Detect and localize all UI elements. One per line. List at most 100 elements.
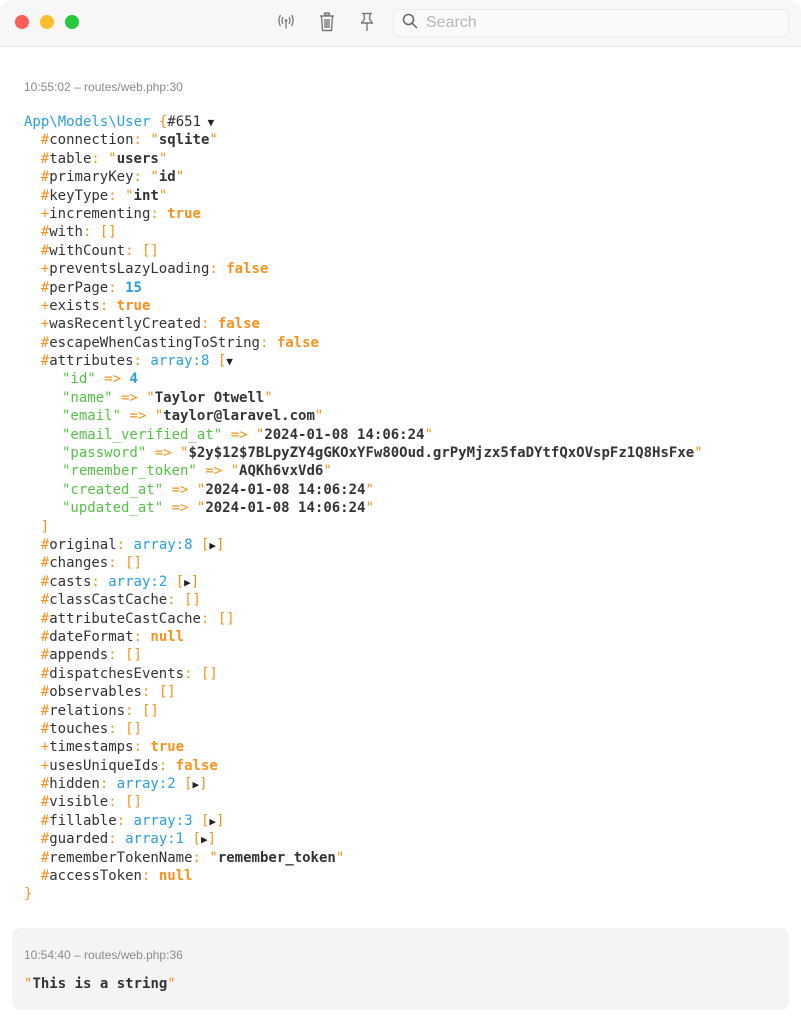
arrow: => xyxy=(146,445,181,462)
string-value: taylor@laravel.com xyxy=(163,408,315,425)
string-value: int xyxy=(133,187,159,204)
property-row: #connection: "sqlite" xyxy=(24,131,777,149)
array-type: array:2 xyxy=(116,776,176,793)
search-input[interactable] xyxy=(424,13,768,33)
quote-close: " xyxy=(167,976,176,992)
property-row: +incrementing: true xyxy=(24,205,777,223)
expand-toggle-icon[interactable]: ▶ xyxy=(201,833,208,846)
visibility-sigil: # xyxy=(40,150,50,167)
number-value: 15 xyxy=(125,279,142,296)
bracket: ] xyxy=(40,518,50,535)
empty-array: [] xyxy=(141,242,159,259)
property-name: wasRecentlyCreated xyxy=(49,316,201,333)
property-name: preventsLazyLoading xyxy=(49,261,210,278)
quote: " xyxy=(146,389,155,406)
colon: : xyxy=(108,647,126,664)
empty-array: [] xyxy=(125,794,142,811)
property-row: #original: array:8 [▶] xyxy=(24,536,777,554)
property-name: relations xyxy=(49,702,126,719)
quote: " xyxy=(323,463,332,480)
entry-meta: 10:55:02 – routes/web.php:30 xyxy=(24,80,183,94)
bracket: [ xyxy=(209,353,227,370)
property-row: #guarded: array:1 [▶] xyxy=(24,830,777,848)
property-name: classCastCache xyxy=(49,592,168,609)
keyword-value: false xyxy=(217,316,260,333)
visibility-sigil: # xyxy=(40,831,50,848)
property-row: #escapeWhenCastingToString: false xyxy=(24,334,777,352)
colon: : xyxy=(108,831,126,848)
colon: : xyxy=(259,334,277,351)
array-type: array:1 xyxy=(125,831,185,848)
colon: : xyxy=(125,702,142,719)
trash-icon[interactable] xyxy=(316,11,338,33)
empty-array: [] xyxy=(141,702,159,719)
pin-icon[interactable] xyxy=(356,11,378,33)
colon: : xyxy=(108,279,126,296)
empty-array: [] xyxy=(125,647,142,664)
property-row: #attributes: array:8 [▼ xyxy=(24,352,777,370)
array-item-row: "password" => "$2y$12$7BLpyZY4gGKOxYFw80… xyxy=(24,444,777,462)
colon: : xyxy=(99,297,117,314)
collapse-toggle-icon[interactable]: ▼ xyxy=(226,355,233,368)
keyword-value: null xyxy=(150,628,185,645)
property-name: rememberTokenName xyxy=(49,849,193,866)
property-row: +timestamps: true xyxy=(24,738,777,756)
object-id: #651 xyxy=(167,114,202,130)
visibility-sigil: # xyxy=(40,132,50,149)
array-item-row: "email" => "taylor@laravel.com" xyxy=(24,407,777,425)
colon: : xyxy=(108,794,126,811)
arrow: => xyxy=(163,500,197,517)
property-row: #dateFormat: null xyxy=(24,628,777,646)
object-header: App\Models\User {#651 ▼ xyxy=(24,113,777,131)
property-row: #perPage: 15 xyxy=(24,279,777,297)
arrow: => xyxy=(121,408,155,425)
property-row: #attributeCastCache: [] xyxy=(24,610,777,628)
bracket: [ xyxy=(175,776,193,793)
array-key: "name" xyxy=(62,389,113,406)
property-name: hidden xyxy=(49,776,100,793)
quote: " xyxy=(158,150,168,167)
colon: : xyxy=(133,169,151,186)
property-row: +exists: true xyxy=(24,297,777,315)
quote: " xyxy=(365,500,374,517)
property-name: touches xyxy=(49,720,109,737)
property-name: usesUniqueIds xyxy=(49,757,159,774)
entry-meta: 10:54:40 – routes/web.php:36 xyxy=(24,948,183,962)
collapse-toggle-icon[interactable]: ▼ xyxy=(201,116,215,129)
broadcast-icon[interactable] xyxy=(275,11,297,33)
property-name: appends xyxy=(49,647,109,664)
search-field[interactable] xyxy=(393,9,789,37)
property-row: #classCastCache: [] xyxy=(24,591,777,609)
property-name: attributes xyxy=(49,353,134,370)
quote: " xyxy=(314,408,324,425)
expand-toggle-icon[interactable]: ▶ xyxy=(184,576,191,589)
dump-entry: 10:55:02 – routes/web.php:30 App\Models\… xyxy=(12,72,789,904)
property-row: #table: "users" xyxy=(24,150,777,168)
quote: " xyxy=(209,132,218,149)
visibility-sigil: # xyxy=(40,536,50,553)
property-row: #with: [] xyxy=(24,223,777,241)
colon: : xyxy=(108,720,126,737)
visibility-sigil: # xyxy=(40,647,50,664)
colon: : xyxy=(133,739,151,756)
close-window-button[interactable] xyxy=(15,15,29,29)
colon: : xyxy=(133,353,151,370)
array-type: array:3 xyxy=(133,812,193,829)
dump-entry: 10:54:40 – routes/web.php:36 "This is a … xyxy=(12,928,789,1010)
quote: " xyxy=(365,481,374,498)
colon: : xyxy=(150,205,168,222)
visibility-sigil: # xyxy=(40,242,50,259)
quote: " xyxy=(209,849,218,866)
keyword-value: false xyxy=(276,334,319,351)
property-name: visible xyxy=(49,794,109,811)
visibility-sigil: # xyxy=(40,610,50,627)
array-key: "id" xyxy=(62,371,96,388)
keyword-value: true xyxy=(150,739,185,756)
keyword-value: false xyxy=(175,757,218,774)
arrow: => xyxy=(222,426,256,443)
zoom-window-button[interactable] xyxy=(65,15,79,29)
empty-array: [] xyxy=(99,224,117,241)
minimize-window-button[interactable] xyxy=(40,15,54,29)
property-name: exists xyxy=(49,297,100,314)
property-name: connection xyxy=(49,132,134,149)
